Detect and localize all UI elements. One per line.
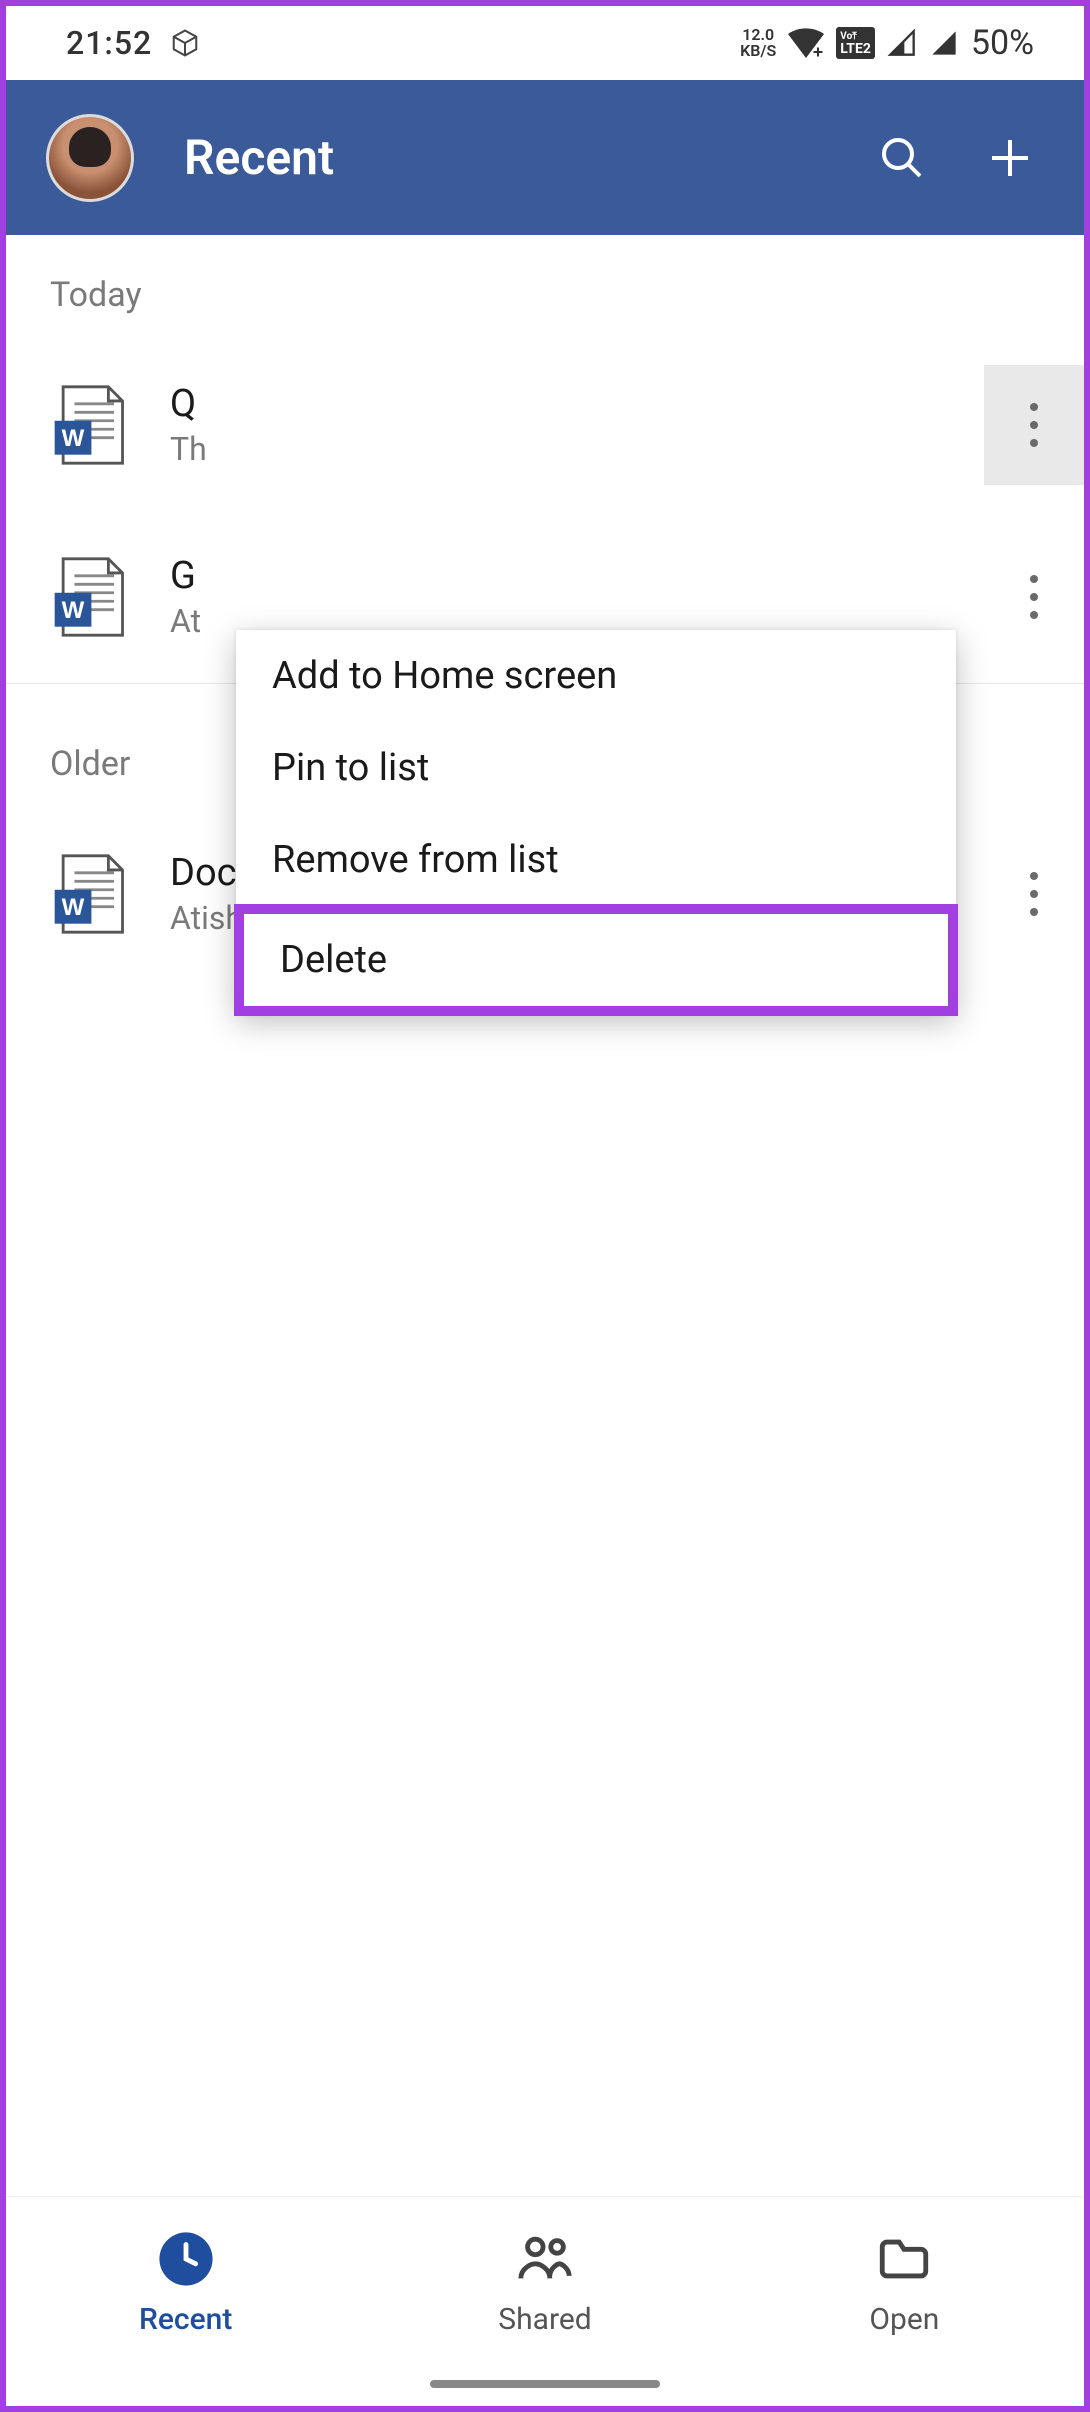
- home-indicator[interactable]: [430, 2380, 660, 2388]
- more-options-button[interactable]: [984, 365, 1084, 485]
- status-clock: 21:52: [66, 24, 152, 62]
- add-icon[interactable]: [986, 134, 1034, 182]
- battery-percent: 50%: [971, 23, 1034, 63]
- file-path: Th: [170, 430, 984, 468]
- file-name: G: [170, 554, 984, 598]
- svg-text:W: W: [62, 425, 85, 452]
- menu-add-home[interactable]: Add to Home screen: [236, 630, 956, 722]
- word-doc-icon: W: [54, 853, 126, 935]
- more-icon: [1030, 403, 1038, 447]
- nav-label: Recent: [139, 2302, 232, 2337]
- status-bar: 21:52 12.0 KB/S Vo⤒ LTE2 50%: [6, 6, 1084, 80]
- hex-app-icon: [170, 28, 200, 58]
- menu-delete[interactable]: Delete: [234, 904, 958, 1016]
- net-speed-indicator: 12.0 KB/S: [740, 27, 776, 59]
- signal-icon-2: [929, 29, 959, 57]
- menu-remove[interactable]: Remove from list: [236, 814, 956, 906]
- signal-icon-1: [887, 29, 917, 57]
- folder-icon: [875, 2230, 933, 2288]
- page-title: Recent: [184, 129, 878, 186]
- file-row[interactable]: W Q Th: [6, 339, 1084, 511]
- file-list: Today W Q Th: [6, 235, 1084, 980]
- wifi-icon: [788, 28, 824, 58]
- nav-shared[interactable]: Shared: [365, 2197, 724, 2406]
- search-icon[interactable]: [878, 134, 926, 182]
- more-icon: [1030, 575, 1038, 619]
- more-options-button[interactable]: [984, 834, 1084, 954]
- svg-text:W: W: [62, 597, 85, 624]
- more-icon: [1030, 872, 1038, 916]
- svg-text:W: W: [62, 894, 85, 921]
- user-avatar[interactable]: [46, 114, 134, 202]
- nav-label: Open: [869, 2302, 939, 2337]
- word-doc-icon: W: [54, 556, 126, 638]
- shared-icon: [516, 2230, 574, 2288]
- context-menu: Add to Home screen Pin to list Remove fr…: [236, 630, 956, 1014]
- menu-pin[interactable]: Pin to list: [236, 722, 956, 814]
- nav-label: Shared: [498, 2302, 591, 2337]
- bottom-nav: Recent Shared Open: [6, 2196, 1084, 2406]
- nav-recent[interactable]: Recent: [6, 2197, 365, 2406]
- file-name: Q: [170, 382, 984, 426]
- word-doc-icon: W: [54, 384, 126, 466]
- nav-open[interactable]: Open: [725, 2197, 1084, 2406]
- volte-icon: Vo⤒ LTE2: [836, 27, 875, 59]
- section-today: Today: [6, 235, 1084, 339]
- more-options-button[interactable]: [984, 537, 1084, 657]
- recent-icon: [157, 2230, 215, 2288]
- app-header: Recent: [6, 80, 1084, 235]
